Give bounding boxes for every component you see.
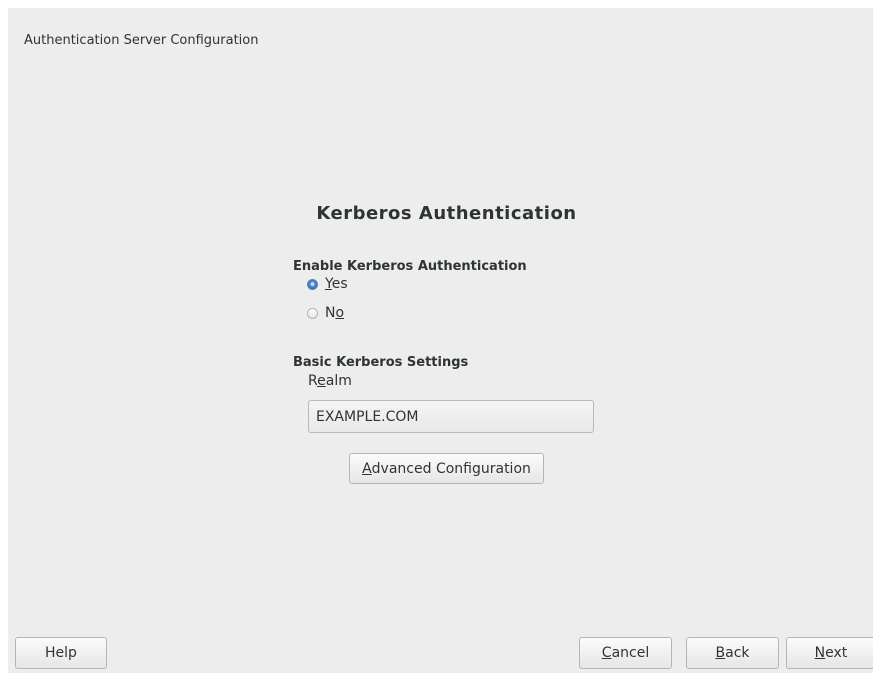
radio-no-label: No [325,305,345,321]
help-button[interactable]: Help [15,637,107,669]
realm-input[interactable] [308,400,594,433]
window-title: Authentication Server Configuration [24,33,259,48]
next-button[interactable]: Next [786,637,873,669]
enable-kerberos-label: Enable Kerberos Authentication [293,259,527,274]
radio-yes[interactable]: Yes [307,276,348,292]
dialog-window [8,8,873,673]
basic-settings-label: Basic Kerberos Settings [293,355,469,370]
radio-no[interactable]: No [307,305,344,321]
page-title: Kerberos Authentication [316,203,577,224]
radio-yes-indicator[interactable] [307,278,318,290]
cancel-button[interactable]: Cancel [579,637,672,669]
realm-label: Realm [308,373,352,389]
back-button[interactable]: Back [686,637,779,669]
radio-yes-label: Yes [325,276,348,292]
advanced-configuration-button[interactable]: Advanced Configuration [349,453,544,484]
radio-no-indicator[interactable] [307,307,318,319]
